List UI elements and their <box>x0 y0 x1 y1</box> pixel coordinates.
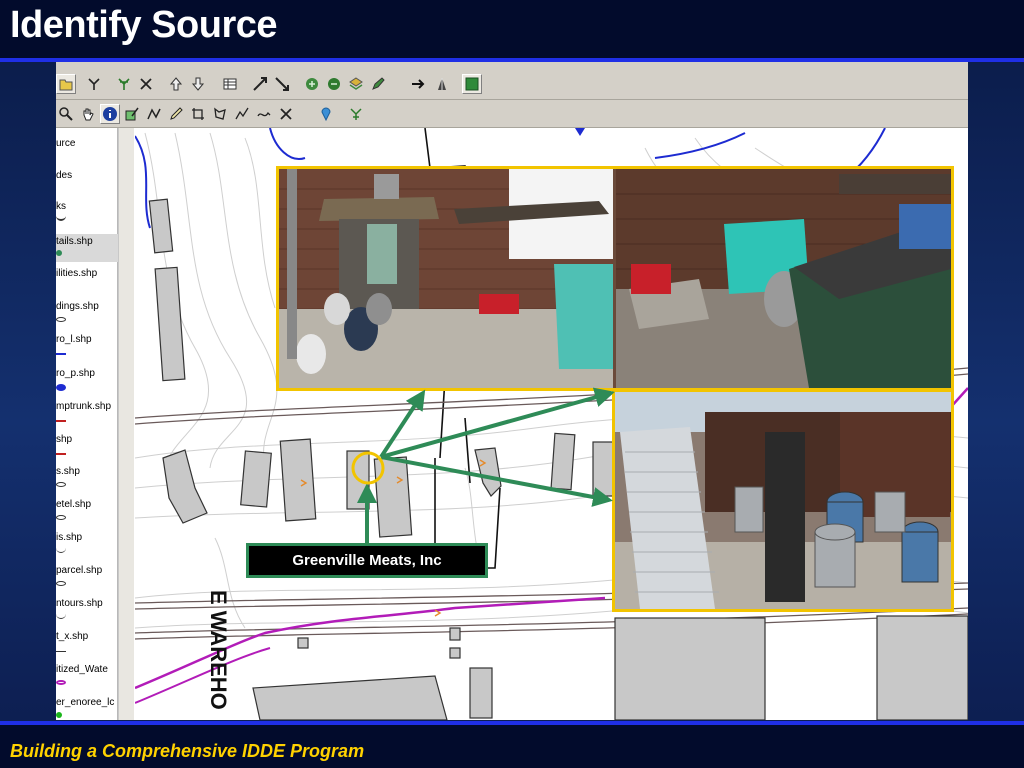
slide-title: Identify Source <box>10 4 278 46</box>
marker-icon[interactable] <box>316 104 336 124</box>
open-icon[interactable] <box>56 74 76 94</box>
zoom-in-extent-icon[interactable] <box>250 74 270 94</box>
layer-item[interactable]: ntours.shp <box>56 598 118 609</box>
layer-item[interactable]: dings.shp <box>56 301 118 312</box>
vertex-icon[interactable] <box>144 104 164 124</box>
zoom-out-extent-icon[interactable] <box>272 74 292 94</box>
layer-symbol <box>56 450 66 455</box>
layer-item[interactable]: is.shp <box>56 532 118 543</box>
layer-symbol <box>56 647 66 652</box>
menu-bar <box>56 62 968 70</box>
map-view-icon[interactable] <box>462 74 482 94</box>
edit-icon[interactable] <box>368 74 388 94</box>
layer-symbol <box>56 482 66 487</box>
pointer-arrow-icon[interactable] <box>408 74 428 94</box>
street-label: E WAREHO <box>206 590 231 710</box>
layer-symbol <box>56 515 66 520</box>
layer-item[interactable]: tails.shp <box>56 234 118 262</box>
layer-symbol <box>56 548 66 553</box>
up-arrow-icon[interactable] <box>166 74 186 94</box>
layer-symbol <box>56 216 66 221</box>
layer-item[interactable]: parcel.shp <box>56 565 118 576</box>
layer-remove-icon[interactable] <box>324 74 344 94</box>
layer-item[interactable]: s.shp <box>56 466 118 477</box>
layer-symbol <box>56 680 66 685</box>
layer-symbol <box>56 712 62 718</box>
layer-item[interactable]: ro_l.shp <box>56 334 118 345</box>
theme-icon[interactable] <box>346 74 366 94</box>
line-icon[interactable] <box>232 104 252 124</box>
layer-list-scrollbar[interactable] <box>118 128 134 720</box>
north-arrow-icon[interactable] <box>432 74 452 94</box>
down-arrow-icon[interactable] <box>188 74 208 94</box>
layer-item[interactable]: ro_p.shp <box>56 368 118 379</box>
layer-symbol <box>56 250 62 256</box>
polygon-icon[interactable] <box>210 104 230 124</box>
facility-label: Greenville Meats, Inc <box>246 543 488 578</box>
zoom-icon[interactable] <box>56 104 76 124</box>
hotlink-icon[interactable] <box>346 104 366 124</box>
layer-item[interactable]: t_x.shp <box>56 631 118 642</box>
site-photo-bottom <box>612 389 954 612</box>
layer-symbol <box>56 614 66 619</box>
spline-icon[interactable] <box>254 104 274 124</box>
layer-symbol <box>56 384 66 391</box>
table-icon[interactable] <box>220 74 240 94</box>
layer-symbol <box>56 350 66 355</box>
layer-list: urce des ks tails.shp ilities.shp dings.… <box>56 128 118 720</box>
identify-icon[interactable] <box>84 74 104 94</box>
layer-item[interactable]: itized_Wate <box>56 664 118 675</box>
pan-icon[interactable] <box>78 104 98 124</box>
delete-icon[interactable] <box>136 74 156 94</box>
pen-icon[interactable] <box>166 104 186 124</box>
layer-item[interactable]: ks <box>56 201 118 212</box>
toolbar-tools <box>56 100 968 128</box>
info-icon[interactable] <box>100 104 120 124</box>
facility-label-text: Greenville Meats, Inc <box>292 552 442 569</box>
slide-footer: Building a Comprehensive IDDE Program <box>10 741 365 761</box>
layer-item[interactable]: urce <box>56 138 118 149</box>
layer-item[interactable]: etel.shp <box>56 499 118 510</box>
layer-add-icon[interactable] <box>302 74 322 94</box>
pin-icon[interactable] <box>114 74 134 94</box>
site-photo-top <box>276 166 954 391</box>
select-icon[interactable] <box>122 104 142 124</box>
layer-item[interactable]: mptrunk.shp <box>56 401 118 412</box>
layer-symbol <box>56 317 66 322</box>
layer-item[interactable]: ilities.shp <box>56 268 118 279</box>
dumpster-area-photo <box>279 169 951 388</box>
rectangle-icon[interactable] <box>188 104 208 124</box>
toolbar-main <box>56 70 968 100</box>
layer-symbol <box>56 417 66 422</box>
layer-item[interactable]: er_enoree_lc <box>56 697 118 708</box>
layer-item[interactable]: des <box>56 170 118 181</box>
layer-item[interactable]: shp <box>56 434 118 445</box>
barrels-photo <box>615 392 951 609</box>
layer-symbol <box>56 581 66 586</box>
cancel-icon[interactable] <box>276 104 296 124</box>
